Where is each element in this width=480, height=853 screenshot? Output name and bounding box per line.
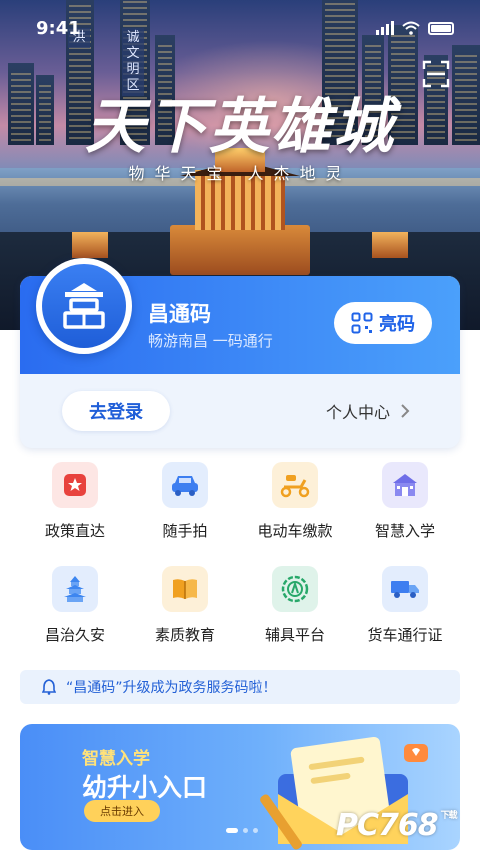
service-photo[interactable]: 随手拍 [130, 462, 240, 541]
service-label: 辅具平台 [264, 626, 325, 644]
side-pavilion-right [372, 232, 408, 258]
service-assistive[interactable]: 辅具平台 [240, 566, 350, 645]
personal-center-link[interactable]: 个人中心 [326, 399, 410, 423]
logo-emblem [42, 264, 126, 348]
service-label: 货车通行证 [367, 626, 443, 644]
chevron-right-icon [401, 404, 410, 418]
pagoda-icon [52, 566, 98, 612]
banner-enter-button[interactable]: 点击进入 [84, 800, 160, 822]
truck-icon [382, 566, 428, 612]
signal-icon [376, 21, 394, 35]
notice-bar[interactable]: “昌通码”升级成为政务服务码啦！ [20, 670, 460, 704]
scooter-icon [272, 462, 318, 508]
service-ebike[interactable]: 电动车缴款 [240, 462, 350, 541]
service-truck-pass[interactable]: 货车通行证 [350, 566, 460, 645]
service-school[interactable]: 智慧入学 [350, 462, 460, 541]
service-label: 随手拍 [162, 522, 208, 540]
show-code-button[interactable]: 亮码 [334, 302, 432, 344]
car-icon [162, 462, 208, 508]
emblem-icon [63, 283, 105, 329]
qrcode-icon [351, 312, 373, 334]
policy-icon [52, 462, 98, 508]
personal-center-label: 个人中心 [326, 403, 391, 422]
school-icon [382, 462, 428, 508]
hero-title: 天下英雄城 [85, 92, 395, 162]
notice-text: “昌通码”升级成为政务服务码啦！ [66, 680, 277, 696]
login-button[interactable]: 去登录 [62, 391, 170, 431]
show-code-label: 亮码 [379, 314, 415, 335]
status-icons [376, 21, 454, 35]
service-policy[interactable]: 政策直达 [20, 462, 130, 541]
code-name: 昌通码 [148, 302, 211, 326]
flower-icon [272, 566, 318, 612]
watermark: PC768 下载 [336, 808, 458, 843]
service-label: 电动车缴款 [257, 522, 333, 540]
side-pavilion-left [72, 232, 108, 258]
carousel-dots [226, 828, 258, 833]
book-icon [162, 566, 208, 612]
code-description: 畅游南昌 一码通行 [148, 332, 273, 350]
hero-subtitle: 物华天宝 人杰地灵 [128, 164, 352, 183]
service-label: 政策直达 [44, 522, 105, 540]
pavilion-base [170, 225, 310, 275]
service-security[interactable]: 昌治久安 [20, 566, 130, 645]
app-logo [36, 258, 132, 354]
scan-icon[interactable] [422, 60, 450, 88]
battery-icon [428, 22, 454, 35]
service-label: 昌治久安 [44, 626, 105, 644]
status-time: 9:41 [36, 18, 81, 39]
service-label: 素质教育 [154, 626, 215, 644]
service-education[interactable]: 素质教育 [130, 566, 240, 645]
service-label: 智慧入学 [374, 522, 435, 540]
banner-title: 智慧入学 [82, 749, 150, 769]
wifi-icon [402, 21, 420, 35]
banner-headline: 幼升小入口 [82, 773, 208, 802]
status-bar: 9:41 [0, 0, 480, 56]
bell-icon [42, 679, 56, 695]
